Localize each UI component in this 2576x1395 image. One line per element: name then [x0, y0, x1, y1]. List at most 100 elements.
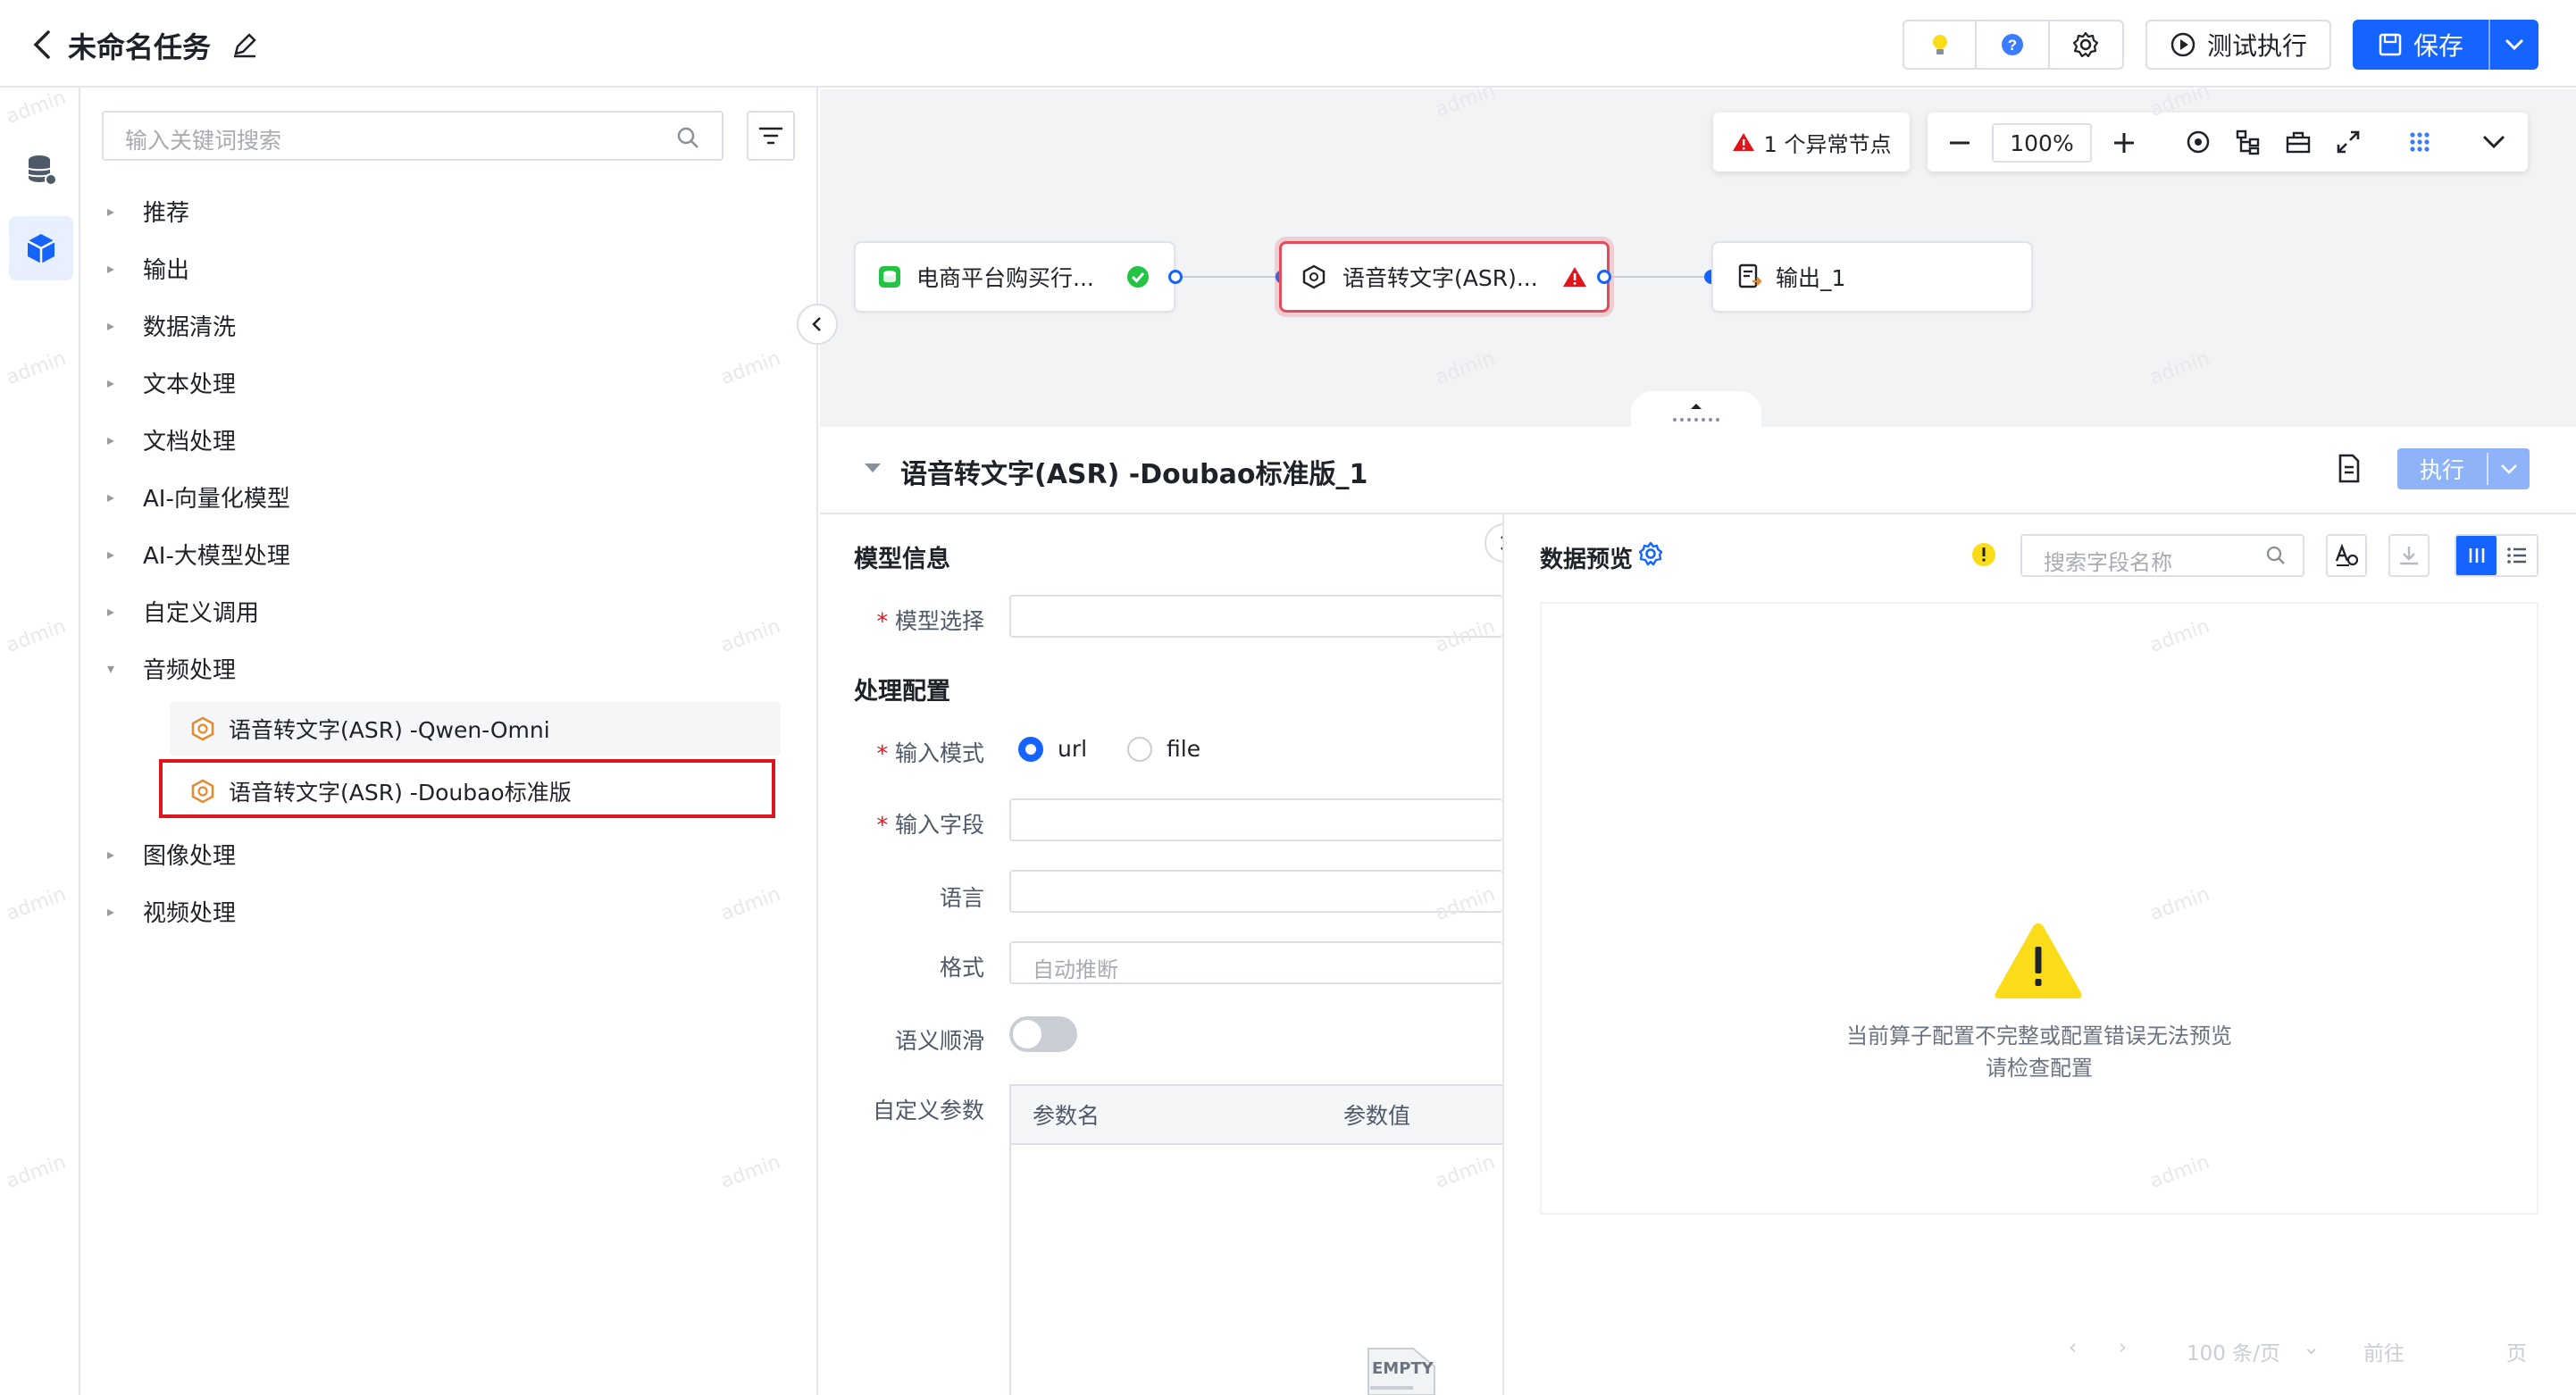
- empty-label: EMPTY: [1372, 1359, 1434, 1378]
- category-image-processing[interactable]: ▸ 图像处理: [107, 836, 236, 872]
- view-mode-toggle: [2455, 534, 2538, 577]
- run-dropdown-chevron-icon[interactable]: [2488, 462, 2530, 476]
- page-title: 未命名任务: [68, 30, 212, 64]
- search-icon[interactable]: [2265, 545, 2287, 566]
- preview-error-message: 当前算子配置不完整或配置错误无法预览 请检查配置: [1540, 1020, 2538, 1084]
- collapse-caret-icon[interactable]: [863, 461, 882, 475]
- prev-page-icon[interactable]: ‹: [2069, 1336, 2077, 1359]
- input-mode-file-radio[interactable]: file: [1127, 736, 1200, 762]
- label-text: 输入模式: [894, 740, 984, 766]
- operator-cube-icon[interactable]: [9, 216, 73, 280]
- page-unit-label: 页: [2506, 1342, 2527, 1366]
- category-video-processing[interactable]: ▸ 视频处理: [107, 893, 236, 929]
- collapse-panel-button[interactable]: [797, 304, 838, 345]
- category-label: 图像处理: [143, 842, 237, 870]
- category-document-processing[interactable]: ▸ 文档处理: [107, 422, 236, 457]
- warning-info-icon[interactable]: [1970, 541, 1997, 568]
- preview-settings-gear-icon[interactable]: [1638, 541, 1663, 566]
- chevron-right-icon: ▸: [107, 430, 115, 448]
- category-label: 视频处理: [143, 899, 237, 927]
- page-size-chevron-icon[interactable]: ⌄: [2303, 1336, 2320, 1359]
- language-select[interactable]: [1009, 870, 1502, 913]
- workflow-node-asr[interactable]: 语音转文字(ASR)...: [1279, 241, 1610, 313]
- param-name-header: 参数名: [1033, 1103, 1100, 1129]
- abnormal-nodes-badge[interactable]: 1 个异常节点: [1713, 113, 1910, 171]
- edge-connector: [1611, 276, 1710, 278]
- run-button[interactable]: 执行: [2397, 448, 2530, 489]
- category-label: 推荐: [143, 199, 190, 227]
- back-arrow-icon[interactable]: [27, 27, 59, 63]
- help-icon[interactable]: ?: [1977, 21, 2050, 68]
- chevron-right-icon: ▸: [107, 902, 115, 920]
- category-ai-llm[interactable]: ▸ AI-大模型处理: [107, 536, 290, 572]
- column-view-icon[interactable]: [2456, 536, 2497, 575]
- output-port[interactable]: [1597, 270, 1611, 284]
- workflow-node-output[interactable]: 输出_1: [1711, 241, 2033, 313]
- custom-params-label: 自定义参数: [872, 1098, 984, 1124]
- success-check-icon: [1125, 264, 1150, 289]
- document-icon[interactable]: [2337, 454, 2362, 484]
- category-custom-call[interactable]: ▸ 自定义调用: [107, 593, 259, 629]
- zoom-level-input[interactable]: 100%: [1992, 123, 2092, 163]
- save-label: 保存: [2413, 31, 2463, 61]
- filter-button[interactable]: [747, 111, 795, 161]
- field-format-button[interactable]: [2326, 534, 2367, 577]
- panel-drag-handle[interactable]: [1631, 391, 1761, 432]
- download-button[interactable]: [2388, 534, 2430, 577]
- param-value-header: 参数值: [1343, 1103, 1411, 1129]
- settings-gear-icon[interactable]: [2050, 21, 2122, 68]
- error-line-1: 当前算子配置不完整或配置错误无法预览: [1846, 1023, 2232, 1048]
- save-dropdown-chevron-icon[interactable]: [2490, 20, 2538, 70]
- save-button[interactable]: 保存: [2353, 20, 2490, 70]
- filter-icon: [758, 125, 783, 146]
- operator-search-input[interactable]: 输入关键词搜索: [102, 111, 723, 161]
- edge-connector: [1183, 276, 1281, 278]
- toolbar-chevron-down-icon[interactable]: [2481, 132, 2506, 152]
- page-size-select[interactable]: 100 条/页: [2187, 1336, 2280, 1366]
- zoom-in-icon[interactable]: [2112, 130, 2137, 155]
- tree-layout-icon[interactable]: [2235, 129, 2262, 155]
- field-search-input[interactable]: 搜索字段名称: [2020, 534, 2304, 577]
- zoom-out-icon[interactable]: [1947, 130, 1972, 155]
- category-label: 音频处理: [143, 656, 237, 684]
- operator-item-asr-qwen[interactable]: 语音转文字(ASR) -Qwen-Omni: [170, 702, 781, 756]
- fullscreen-expand-icon[interactable]: [2335, 129, 2362, 155]
- workflow-node-source[interactable]: 电商平台购买行...: [854, 241, 1175, 313]
- database-icon[interactable]: [9, 138, 73, 202]
- preview-title: 数据预览: [1540, 547, 1634, 573]
- semantic-smooth-toggle[interactable]: [1009, 1016, 1077, 1052]
- edit-icon[interactable]: [230, 30, 259, 59]
- input-mode-url-radio[interactable]: url: [1018, 736, 1087, 762]
- category-label: 自定义调用: [143, 599, 260, 627]
- list-view-icon[interactable]: [2497, 536, 2537, 575]
- svg-text:?: ?: [2008, 37, 2017, 54]
- toolbox-icon[interactable]: [2285, 129, 2312, 155]
- category-data-cleaning[interactable]: ▸ 数据清洗: [107, 307, 236, 343]
- locate-target-icon[interactable]: [2185, 129, 2212, 155]
- chevron-right-icon: ▸: [107, 845, 115, 863]
- next-page-icon[interactable]: ›: [2119, 1336, 2127, 1359]
- category-label: AI-向量化模型: [143, 485, 290, 513]
- input-field-select[interactable]: [1009, 798, 1502, 841]
- category-label: AI-大模型处理: [143, 542, 290, 570]
- grid-apps-icon[interactable]: [2406, 129, 2433, 155]
- input-field-label: * 输入字段: [876, 812, 984, 838]
- format-select[interactable]: 自动推断: [1009, 941, 1502, 984]
- tips-bulb-icon[interactable]: [1904, 21, 1978, 68]
- category-audio-processing[interactable]: ▾ 音频处理: [107, 650, 236, 686]
- large-warning-triangle-icon: [1992, 920, 2085, 1002]
- chevron-right-icon: ▸: [107, 602, 115, 620]
- highlight-annotation-box: [159, 759, 775, 818]
- category-ai-embedding[interactable]: ▸ AI-向量化模型: [107, 479, 290, 514]
- preview-content-area: [1540, 602, 2538, 1215]
- category-recommend[interactable]: ▸ 推荐: [107, 193, 189, 229]
- search-placeholder: 搜索字段名称: [2044, 550, 2172, 575]
- test-run-button[interactable]: 测试执行: [2145, 20, 2331, 70]
- operator-hex-icon: [1301, 264, 1326, 289]
- output-port[interactable]: [1168, 270, 1183, 284]
- category-text-processing[interactable]: ▸ 文本处理: [107, 364, 236, 400]
- search-icon[interactable]: [675, 125, 700, 150]
- category-output[interactable]: ▸ 输出: [107, 250, 189, 286]
- section-process-config: 处理配置: [854, 678, 950, 706]
- model-select[interactable]: [1009, 595, 1502, 638]
